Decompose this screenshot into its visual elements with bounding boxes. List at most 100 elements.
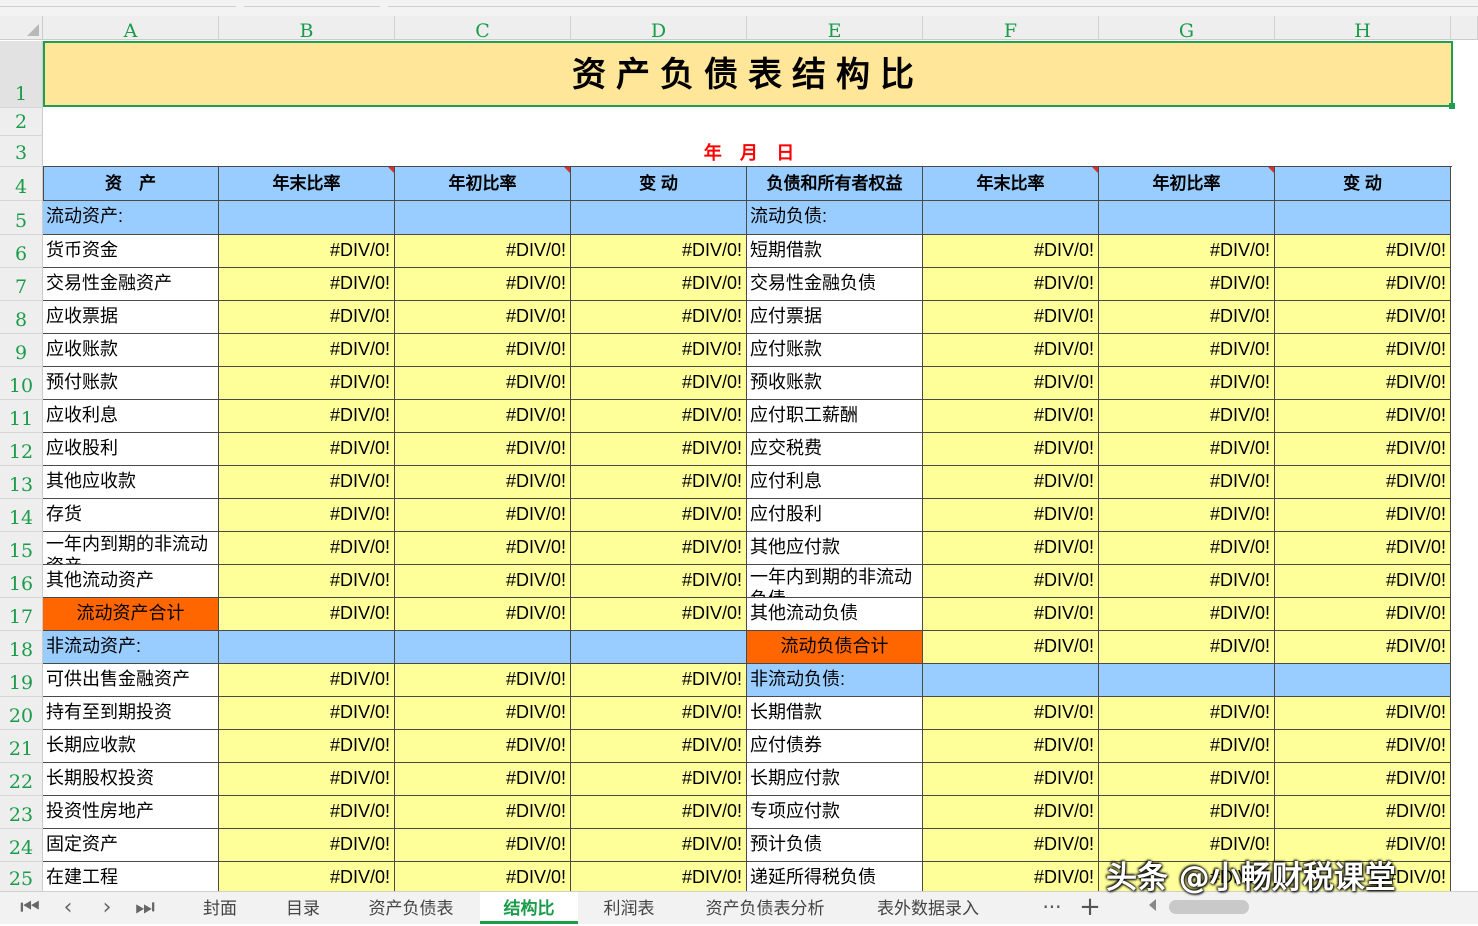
sheet-tab-4[interactable]: 结构比 xyxy=(480,892,578,924)
value-cell-c24[interactable]: #DIV/0! xyxy=(395,829,571,862)
asset-label-row-20[interactable]: 持有至到期投资 xyxy=(43,697,219,730)
liability-label-row-24[interactable]: 预计负债 xyxy=(747,829,923,862)
liability-label-row-10[interactable]: 预收账款 xyxy=(747,367,923,400)
value-cell-d14[interactable]: #DIV/0! xyxy=(571,499,747,532)
value-cell-d7[interactable]: #DIV/0! xyxy=(571,268,747,301)
value-cell-d19[interactable]: #DIV/0! xyxy=(571,664,747,697)
value-cell-b14[interactable]: #DIV/0! xyxy=(219,499,395,532)
row-header-13[interactable]: 13 xyxy=(0,466,43,499)
value-cell-b19[interactable]: #DIV/0! xyxy=(219,664,395,697)
value-cell-h18[interactable]: #DIV/0! xyxy=(1275,631,1451,664)
section-fill[interactable] xyxy=(1275,664,1451,697)
value-cell-f11[interactable]: #DIV/0! xyxy=(923,400,1099,433)
liability-label-row-8[interactable]: 应付票据 xyxy=(747,301,923,334)
row-header-3[interactable]: 3 xyxy=(0,136,43,167)
prev-sheet-icon[interactable]: ‹ xyxy=(53,894,83,922)
column-header-g[interactable]: G xyxy=(1099,16,1275,42)
asset-label-row-22[interactable]: 长期股权投资 xyxy=(43,763,219,796)
row-header-19[interactable]: 19 xyxy=(0,664,43,697)
value-cell-f12[interactable]: #DIV/0! xyxy=(923,433,1099,466)
value-cell-g17[interactable]: #DIV/0! xyxy=(1099,598,1275,631)
asset-label-row-18[interactable]: 非流动资产: xyxy=(43,631,219,664)
liability-label-row-23[interactable]: 专项应付款 xyxy=(747,796,923,829)
value-cell-h12[interactable]: #DIV/0! xyxy=(1275,433,1451,466)
value-cell-c12[interactable]: #DIV/0! xyxy=(395,433,571,466)
asset-label-row-12[interactable]: 应收股利 xyxy=(43,433,219,466)
asset-label-row-19[interactable]: 可供出售金融资产 xyxy=(43,664,219,697)
row-header-18[interactable]: 18 xyxy=(0,631,43,664)
section-fill[interactable] xyxy=(219,631,395,664)
asset-label-row-25[interactable]: 在建工程 xyxy=(43,862,219,893)
value-cell-b22[interactable]: #DIV/0! xyxy=(219,763,395,796)
section-fill[interactable] xyxy=(571,631,747,664)
value-cell-g7[interactable]: #DIV/0! xyxy=(1099,268,1275,301)
value-cell-b21[interactable]: #DIV/0! xyxy=(219,730,395,763)
asset-label-row-21[interactable]: 长期应收款 xyxy=(43,730,219,763)
value-cell-c22[interactable]: #DIV/0! xyxy=(395,763,571,796)
value-cell-b9[interactable]: #DIV/0! xyxy=(219,334,395,367)
liability-label-row-18[interactable]: 流动负债合计 xyxy=(747,631,923,664)
value-cell-h23[interactable]: #DIV/0! xyxy=(1275,796,1451,829)
column-title-7[interactable]: 年初比率 xyxy=(1099,167,1275,201)
asset-label-row-15[interactable]: 一年内到期的非流动资产 xyxy=(43,532,219,565)
more-tabs-button[interactable]: ··· xyxy=(1036,894,1068,922)
value-cell-g15[interactable]: #DIV/0! xyxy=(1099,532,1275,565)
section-fill[interactable] xyxy=(395,201,571,235)
value-cell-d25[interactable]: #DIV/0! xyxy=(571,862,747,893)
column-title-8[interactable]: 变 动 xyxy=(1275,167,1451,201)
column-title-2[interactable]: 年末比率 xyxy=(219,167,395,201)
value-cell-g21[interactable]: #DIV/0! xyxy=(1099,730,1275,763)
value-cell-d10[interactable]: #DIV/0! xyxy=(571,367,747,400)
section-fill[interactable] xyxy=(923,664,1099,697)
value-cell-g6[interactable]: #DIV/0! xyxy=(1099,235,1275,268)
value-cell-g10[interactable]: #DIV/0! xyxy=(1099,367,1275,400)
asset-label-row-5[interactable]: 流动资产: xyxy=(43,201,219,235)
value-cell-f8[interactable]: #DIV/0! xyxy=(923,301,1099,334)
value-cell-g16[interactable]: #DIV/0! xyxy=(1099,565,1275,598)
value-cell-b24[interactable]: #DIV/0! xyxy=(219,829,395,862)
liability-label-row-25[interactable]: 递延所得税负债 xyxy=(747,862,923,893)
value-cell-h15[interactable]: #DIV/0! xyxy=(1275,532,1451,565)
row-header-9[interactable]: 9 xyxy=(0,334,43,367)
liability-label-row-20[interactable]: 长期借款 xyxy=(747,697,923,730)
row-header-10[interactable]: 10 xyxy=(0,367,43,400)
row-header-16[interactable]: 16 xyxy=(0,565,43,598)
value-cell-g8[interactable]: #DIV/0! xyxy=(1099,301,1275,334)
add-sheet-button[interactable]: + xyxy=(1074,894,1106,922)
value-cell-c25[interactable]: #DIV/0! xyxy=(395,862,571,893)
row-header-15[interactable]: 15 xyxy=(0,532,43,565)
value-cell-b7[interactable]: #DIV/0! xyxy=(219,268,395,301)
column-header-e[interactable]: E xyxy=(747,16,923,42)
liability-label-row-12[interactable]: 应交税费 xyxy=(747,433,923,466)
value-cell-b13[interactable]: #DIV/0! xyxy=(219,466,395,499)
liability-label-row-6[interactable]: 短期借款 xyxy=(747,235,923,268)
value-cell-c15[interactable]: #DIV/0! xyxy=(395,532,571,565)
value-cell-d23[interactable]: #DIV/0! xyxy=(571,796,747,829)
liability-label-row-13[interactable]: 应付利息 xyxy=(747,466,923,499)
select-all-corner[interactable] xyxy=(0,16,43,40)
last-sheet-icon[interactable]: ⏭ xyxy=(130,894,160,922)
liability-label-row-14[interactable]: 应付股利 xyxy=(747,499,923,532)
value-cell-f21[interactable]: #DIV/0! xyxy=(923,730,1099,763)
section-fill[interactable] xyxy=(395,631,571,664)
value-cell-g13[interactable]: #DIV/0! xyxy=(1099,466,1275,499)
column-title-5[interactable]: 负债和所有者权益 xyxy=(747,167,923,201)
asset-label-row-8[interactable]: 应收票据 xyxy=(43,301,219,334)
row-header-8[interactable]: 8 xyxy=(0,301,43,334)
value-cell-c21[interactable]: #DIV/0! xyxy=(395,730,571,763)
value-cell-f23[interactable]: #DIV/0! xyxy=(923,796,1099,829)
asset-label-row-6[interactable]: 货币资金 xyxy=(43,235,219,268)
row-header-17[interactable]: 17 xyxy=(0,598,43,631)
value-cell-g9[interactable]: #DIV/0! xyxy=(1099,334,1275,367)
value-cell-h7[interactable]: #DIV/0! xyxy=(1275,268,1451,301)
sheet-tab-7[interactable]: 表外数据录入 xyxy=(858,892,998,924)
value-cell-d17[interactable]: #DIV/0! xyxy=(571,598,747,631)
scroll-thumb[interactable] xyxy=(1169,900,1249,914)
asset-label-row-16[interactable]: 其他流动资产 xyxy=(43,565,219,598)
value-cell-b12[interactable]: #DIV/0! xyxy=(219,433,395,466)
value-cell-d22[interactable]: #DIV/0! xyxy=(571,763,747,796)
row-header-24[interactable]: 24 xyxy=(0,829,43,862)
sheet-tab-3[interactable]: 资产负债表 xyxy=(343,892,479,924)
section-fill[interactable] xyxy=(571,201,747,235)
sheet-tab-1[interactable]: 封面 xyxy=(178,892,262,924)
